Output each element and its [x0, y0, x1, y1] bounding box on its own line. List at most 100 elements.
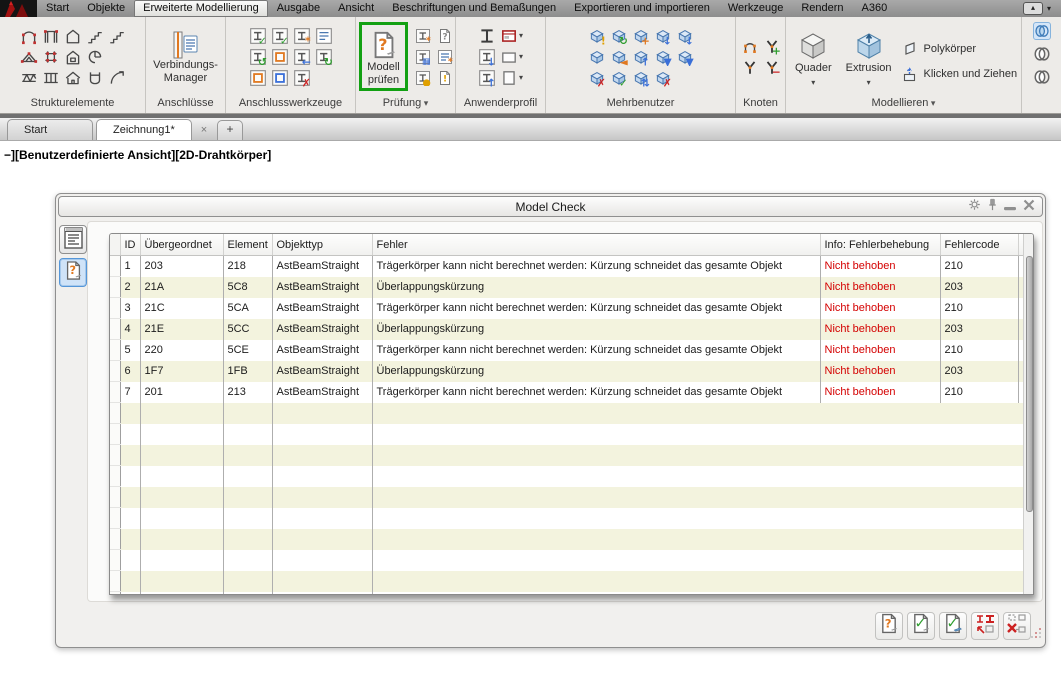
- delete-element-icon[interactable]: ✗: [654, 69, 672, 87]
- pin-icon[interactable]: [988, 198, 997, 216]
- scrollbar-thumb[interactable]: [1026, 256, 1033, 512]
- node-remove-icon[interactable]: −: [763, 58, 781, 77]
- plate-girder-icon[interactable]: [42, 69, 60, 87]
- connection-properties-icon[interactable]: [315, 27, 333, 45]
- take-over-element-icon[interactable]: ◄: [610, 48, 628, 66]
- portal-arch-icon[interactable]: [20, 27, 38, 45]
- group-label-anwenderprofil[interactable]: Anwenderprofil: [456, 96, 545, 113]
- group-label-knoten[interactable]: Knoten: [736, 96, 785, 113]
- minimize-icon[interactable]: [1004, 198, 1016, 216]
- col-header-element[interactable]: Element: [223, 234, 273, 256]
- extrusion-button[interactable]: Extrusion: [841, 24, 897, 90]
- visual-style-3-icon[interactable]: [1033, 68, 1051, 86]
- file-tab-zeichnung1[interactable]: Zeichnung1*: [96, 119, 192, 140]
- row-selector[interactable]: [110, 486, 121, 508]
- compare-elements-icon[interactable]: ▼: [676, 48, 694, 66]
- row-selector[interactable]: [110, 507, 121, 529]
- row-selector[interactable]: [110, 465, 121, 487]
- row-selector[interactable]: [110, 402, 121, 424]
- clash-check-icon[interactable]: *: [414, 27, 432, 45]
- audit-messages-icon[interactable]: !: [436, 69, 454, 87]
- row-selector[interactable]: [110, 591, 121, 594]
- polykoerper-button[interactable]: Polykörper: [901, 40, 1018, 58]
- group-label-strukturelemente[interactable]: Strukturelemente: [0, 96, 145, 113]
- row-selector[interactable]: [110, 318, 121, 340]
- gable-wall-opening-icon[interactable]: [64, 48, 82, 66]
- curved-stair-icon[interactable]: [108, 69, 126, 87]
- beam-database-export-icon[interactable]: ↓: [478, 48, 496, 66]
- col-header-uebergeordnet[interactable]: Übergeordnet: [140, 234, 224, 256]
- audit-model-icon[interactable]: ●: [414, 69, 432, 87]
- portal-frame-icon[interactable]: [42, 27, 60, 45]
- restore-connection-icon[interactable]: ↺: [249, 48, 267, 66]
- check-model-button[interactable]: ?: [875, 612, 903, 640]
- ribbon-tab-start[interactable]: Start: [37, 0, 78, 17]
- row-selector[interactable]: [110, 360, 121, 382]
- insert-connection-object-icon[interactable]: ←: [293, 48, 311, 66]
- report-button[interactable]: [59, 225, 87, 254]
- ribbon-tab-werkzeuge[interactable]: Werkzeuge: [719, 0, 792, 17]
- ribbon-tab-exportieren-und-importieren[interactable]: Exportieren und importieren: [565, 0, 719, 17]
- resize-grip[interactable]: [1030, 626, 1042, 644]
- gable-wall-icon[interactable]: [64, 27, 82, 45]
- ribbon-toggle-caret-icon[interactable]: ▾: [1047, 4, 1051, 13]
- gear-icon[interactable]: [968, 198, 981, 216]
- table-row[interactable]: 7 201 213 AstBeamStraight Trägerkörper kann …: [110, 381, 1024, 403]
- stair-flight-icon[interactable]: [108, 27, 126, 45]
- reserve-element-icon[interactable]: !: [588, 27, 606, 45]
- row-selector[interactable]: [110, 276, 121, 298]
- visual-style-2-icon[interactable]: [1033, 45, 1051, 63]
- spiral-stair-icon[interactable]: [86, 48, 104, 66]
- file-tab-start[interactable]: Start: [7, 119, 93, 140]
- clear-marks-button[interactable]: [1003, 612, 1031, 640]
- beam-database-import-icon[interactable]: ↑: [478, 69, 496, 87]
- row-selector[interactable]: [110, 381, 121, 403]
- col-header-objekttyp[interactable]: Objekttyp: [272, 234, 373, 256]
- display-errors-icon[interactable]: ▦: [414, 48, 432, 66]
- row-selector[interactable]: [110, 570, 121, 592]
- row-selector[interactable]: [110, 549, 121, 571]
- beam-section-icon[interactable]: [478, 27, 496, 45]
- group-label-anschlusswerkzeuge[interactable]: Anschlusswerkzeuge: [226, 96, 355, 113]
- merge-elements-icon[interactable]: ▼: [654, 48, 672, 66]
- modell-pruefen-button[interactable]: ? Modell prüfen: [362, 25, 404, 88]
- recheck-model-button[interactable]: ✓: [907, 612, 935, 640]
- truss-icon[interactable]: [20, 48, 38, 66]
- table-row[interactable]: 5 220 5CE AstBeamStraight Trägerkörper kann …: [110, 339, 1024, 361]
- table-row[interactable]: 4 21E 5CC AstBeamStraight Überlappungskürzun…: [110, 318, 1024, 340]
- sync-all-elements-icon[interactable]: ⇅: [632, 69, 650, 87]
- vertical-scrollbar[interactable]: [1023, 234, 1033, 594]
- col-header-fehler[interactable]: Fehler: [372, 234, 821, 256]
- group-label-anschluesse[interactable]: Anschlüsse: [146, 96, 225, 113]
- create-connection-group-icon[interactable]: *: [293, 27, 311, 45]
- close-tab-icon[interactable]: ×: [195, 120, 213, 140]
- klicken-und-ziehen-button[interactable]: Klicken und Ziehen: [901, 65, 1017, 83]
- row-selector-header[interactable]: [110, 234, 121, 256]
- table-row[interactable]: 6 1F7 1FB AstBeamStraight Überlappungskürzun…: [110, 360, 1024, 382]
- connection-section-box-icon[interactable]: [271, 48, 289, 66]
- upload-element-icon[interactable]: ↑: [632, 48, 650, 66]
- col-header-info[interactable]: Info: Fehlerbehebung: [820, 234, 941, 256]
- new-tab-button[interactable]: +: [217, 120, 243, 140]
- ribbon-tab-objekte[interactable]: Objekte: [78, 0, 134, 17]
- table-row[interactable]: 2 21A 5C8 AstBeamStraight Überlappungskürzun…: [110, 276, 1024, 298]
- reject-element-icon[interactable]: ✗: [588, 69, 606, 87]
- add-element-icon[interactable]: +: [632, 27, 650, 45]
- close-icon[interactable]: [1023, 198, 1035, 216]
- ribbon-tab-ansicht[interactable]: Ansicht: [329, 0, 383, 17]
- viewport-frame-caret-icon[interactable]: ▾: [519, 52, 523, 61]
- handrail-icon[interactable]: [86, 69, 104, 87]
- row-selector[interactable]: [110, 528, 121, 550]
- sheet-new-icon[interactable]: [500, 69, 518, 87]
- row-selector[interactable]: [110, 297, 121, 319]
- reload-connection-icon[interactable]: ↻: [315, 48, 333, 66]
- model-check-tab-button[interactable]: ?: [59, 258, 87, 287]
- verify-connection-icon[interactable]: ✓: [249, 27, 267, 45]
- check-list-icon[interactable]: *: [436, 48, 454, 66]
- group-label-mehrbenutzer[interactable]: Mehrbenutzer: [546, 96, 735, 113]
- delete-connection-icon[interactable]: ✗: [293, 69, 311, 87]
- visual-style-1-icon[interactable]: [1032, 22, 1051, 40]
- show-object-button[interactable]: [971, 612, 999, 640]
- group-label-pruefung[interactable]: Prüfung: [356, 96, 455, 113]
- ribbon-tab-a360[interactable]: A360: [853, 0, 897, 17]
